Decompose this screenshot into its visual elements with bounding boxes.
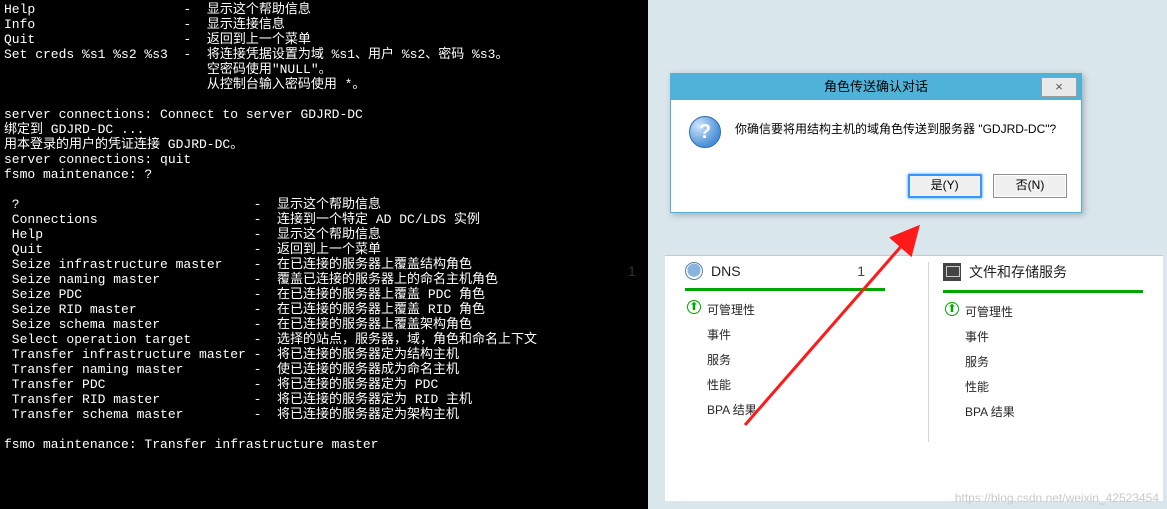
list-item[interactable]: BPA 结果 (685, 397, 935, 422)
dialog-title-text: 角色传送确认对话 (824, 79, 928, 94)
confirm-dialog: 角色传送确认对话 × ? 你确信要将用结构主机的域角色传送到服务器 "GDJRD… (670, 73, 1082, 213)
dialog-titlebar[interactable]: 角色传送确认对话 × (671, 74, 1081, 100)
question-icon: ? (689, 116, 721, 148)
list-item[interactable]: 可管理性 (685, 297, 935, 322)
dialog-button-row: 是(Y) 否(N) (671, 166, 1081, 212)
no-button[interactable]: 否(N) (993, 174, 1067, 198)
list-item[interactable]: 事件 (685, 322, 935, 347)
dialog-body: ? 你确信要将用结构主机的域角色传送到服务器 "GDJRD-DC"? (671, 100, 1081, 166)
close-button[interactable]: × (1041, 77, 1077, 97)
dns-icon (685, 262, 703, 280)
list-item[interactable]: 事件 (943, 324, 1167, 349)
dns-card[interactable]: DNS 1 可管理性 事件 服务 性能 BPA 结果 (685, 262, 935, 422)
file-storage-card-list: 可管理性 事件 服务 性能 BPA 结果 (943, 299, 1167, 424)
card-divider (928, 262, 929, 442)
file-storage-icon (943, 263, 961, 281)
dns-card-count: 1 (857, 263, 865, 279)
list-item[interactable]: 性能 (943, 374, 1167, 399)
list-item[interactable]: 性能 (685, 372, 935, 397)
prev-card-count: 1 (628, 263, 636, 279)
list-item[interactable]: 可管理性 (943, 299, 1167, 324)
yes-button[interactable]: 是(Y) (908, 174, 982, 198)
list-item[interactable]: 服务 (685, 347, 935, 372)
file-storage-card-title: 文件和存储服务 (969, 262, 1067, 282)
server-manager-dashboard: 1 DNS 1 可管理性 事件 服务 性能 BPA 结果 文件和存储服务 可管理… (665, 255, 1163, 501)
dns-card-list: 可管理性 事件 服务 性能 BPA 结果 (685, 297, 935, 422)
file-storage-card[interactable]: 文件和存储服务 可管理性 事件 服务 性能 BPA 结果 (943, 262, 1167, 424)
command-prompt[interactable]: Help - 显示这个帮助信息 Info - 显示连接信息 Quit - 返回到… (0, 0, 648, 509)
dns-card-divider (685, 288, 885, 291)
file-storage-card-divider (943, 290, 1143, 293)
dns-card-header[interactable]: DNS 1 (685, 262, 935, 280)
list-item[interactable]: 服务 (943, 349, 1167, 374)
dns-card-title: DNS (711, 263, 741, 279)
file-storage-card-header[interactable]: 文件和存储服务 (943, 262, 1167, 282)
dialog-message: 你确信要将用结构主机的域角色传送到服务器 "GDJRD-DC"? (735, 116, 1056, 137)
list-item[interactable]: BPA 结果 (943, 399, 1167, 424)
